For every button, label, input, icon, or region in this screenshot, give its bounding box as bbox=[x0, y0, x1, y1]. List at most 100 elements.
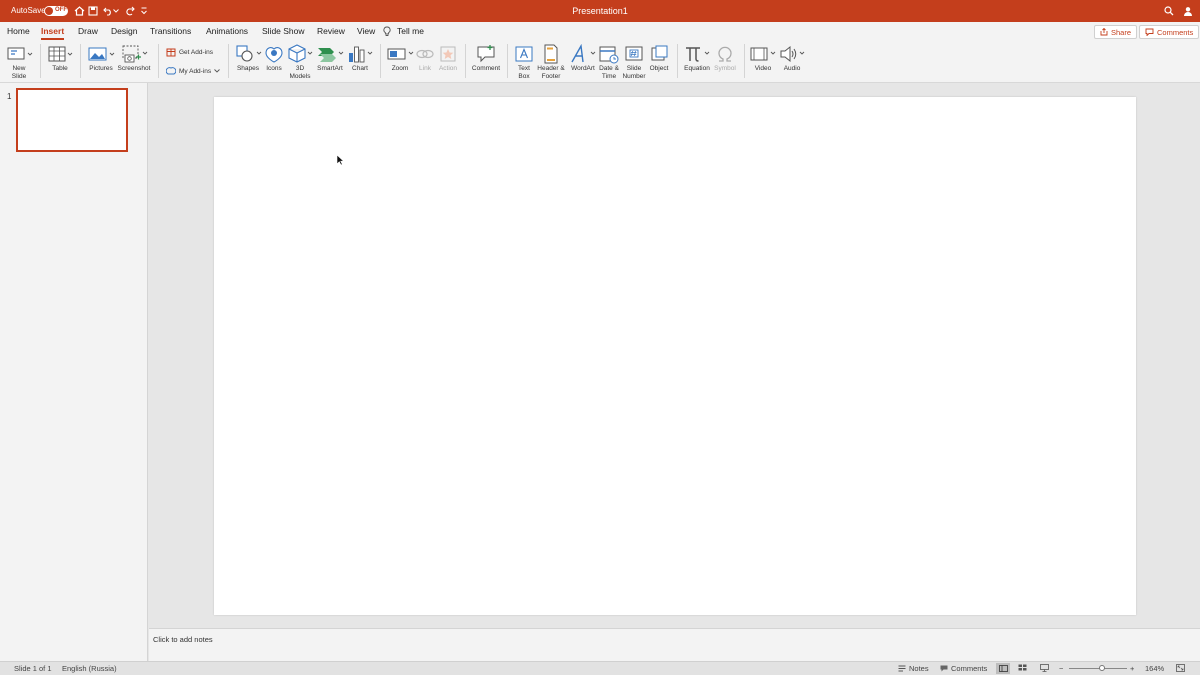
title-bar: AutoSave OFF Presentation1 bbox=[0, 0, 1200, 22]
undo-dropdown-chevron-icon[interactable] bbox=[112, 4, 120, 18]
home-icon[interactable] bbox=[72, 4, 86, 18]
customize-toolbar-icon[interactable] bbox=[139, 4, 149, 18]
ribbon-divider bbox=[677, 44, 678, 78]
link-button[interactable]: Link bbox=[415, 43, 435, 73]
my-addins-button[interactable]: My Add-ins bbox=[166, 66, 220, 76]
text-box-label-1: Text bbox=[518, 65, 530, 72]
language-indicator[interactable]: English (Russia) bbox=[62, 664, 117, 673]
smartart-button[interactable]: SmartArt bbox=[314, 43, 346, 73]
slide-number-label-2: Number bbox=[622, 72, 646, 80]
ribbon-divider bbox=[80, 44, 81, 78]
search-icon[interactable] bbox=[1162, 4, 1176, 18]
document-title: Presentation1 bbox=[572, 6, 628, 16]
table-icon bbox=[48, 46, 73, 62]
tab-tell-me[interactable]: Tell me bbox=[397, 26, 424, 36]
link-icon bbox=[416, 49, 434, 59]
slide-number-label-1: Slide bbox=[626, 65, 642, 72]
date-time-button[interactable]: Date & Time bbox=[597, 43, 621, 80]
icons-button[interactable]: Icons bbox=[263, 43, 285, 73]
zoom-in-button[interactable]: + bbox=[1130, 664, 1134, 673]
grid-view-icon bbox=[1018, 664, 1027, 671]
account-icon[interactable] bbox=[1181, 4, 1195, 18]
object-button[interactable]: Object bbox=[647, 43, 671, 73]
icons-label: Icons bbox=[266, 65, 282, 72]
chart-label: Chart bbox=[352, 65, 368, 72]
redo-icon[interactable] bbox=[123, 4, 137, 18]
table-label: Table bbox=[52, 65, 68, 72]
ribbon-divider bbox=[507, 44, 508, 78]
fit-to-window-button[interactable] bbox=[1176, 664, 1185, 672]
slide-thumbnail-number: 1 bbox=[7, 92, 12, 101]
zoom-out-button[interactable]: − bbox=[1059, 664, 1063, 673]
tab-transitions[interactable]: Transitions bbox=[150, 26, 191, 36]
zoom-slider-handle[interactable] bbox=[1099, 665, 1105, 671]
tab-view[interactable]: View bbox=[357, 26, 375, 36]
zoom-icon bbox=[387, 48, 414, 60]
mouse-cursor-icon bbox=[336, 154, 344, 166]
audio-button[interactable]: Audio bbox=[778, 43, 806, 73]
screenshot-label: Screenshot bbox=[117, 65, 151, 72]
shapes-button[interactable]: Shapes bbox=[233, 43, 263, 73]
insert-ribbon: New Slide Table Pictures Screenshot Get … bbox=[0, 40, 1200, 83]
comment-button[interactable]: Comment bbox=[470, 43, 502, 73]
wordart-button[interactable]: WordArt bbox=[567, 43, 599, 73]
slide-sorter-button[interactable] bbox=[1018, 664, 1027, 671]
toggle-knob bbox=[45, 7, 53, 15]
action-button[interactable]: Action bbox=[436, 43, 460, 73]
3d-models-label-2: Models bbox=[289, 72, 311, 80]
3d-models-button[interactable]: 3D Models bbox=[286, 43, 314, 80]
autosave-toggle[interactable]: OFF bbox=[44, 6, 68, 16]
lightbulb-icon bbox=[382, 25, 392, 37]
slide-thumbnail[interactable] bbox=[16, 88, 128, 152]
chart-button[interactable]: Chart bbox=[346, 43, 374, 73]
comments-label: Comments bbox=[1157, 27, 1194, 37]
save-icon[interactable] bbox=[86, 4, 100, 18]
symbol-button[interactable]: Symbol bbox=[712, 43, 738, 73]
header-footer-button[interactable]: Header & Footer bbox=[536, 43, 566, 80]
autosave-label: AutoSave bbox=[11, 6, 46, 15]
get-addins-label: Get Add-ins bbox=[179, 48, 213, 56]
text-box-label-2: Box bbox=[518, 72, 530, 80]
object-label: Object bbox=[649, 65, 669, 72]
table-button[interactable]: Table bbox=[46, 43, 74, 73]
slide-number-button[interactable]: Slide Number bbox=[621, 43, 647, 80]
zoom-button[interactable]: Zoom bbox=[385, 43, 415, 73]
equation-button[interactable]: Equation bbox=[682, 43, 712, 73]
ribbon-tabs: Home Insert Draw Design Transitions Anim… bbox=[0, 22, 1200, 40]
comments-button[interactable]: Comments bbox=[1139, 25, 1200, 39]
ribbon-divider bbox=[158, 44, 159, 78]
notes-pane[interactable]: Click to add notes bbox=[149, 628, 1200, 661]
new-slide-button[interactable]: New Slide bbox=[4, 43, 34, 80]
audio-label: Audio bbox=[783, 65, 801, 72]
tab-review[interactable]: Review bbox=[317, 26, 345, 36]
slide-canvas[interactable] bbox=[214, 97, 1136, 615]
zoom-slider-track[interactable] bbox=[1069, 668, 1127, 669]
tab-insert[interactable]: Insert bbox=[41, 26, 65, 40]
comments-toggle-button[interactable]: Comments bbox=[940, 664, 987, 673]
notes-icon bbox=[898, 665, 906, 672]
3d-models-label-1: 3D bbox=[295, 65, 305, 72]
tab-design[interactable]: Design bbox=[111, 26, 137, 36]
new-slide-label-2: Slide bbox=[11, 72, 27, 80]
notes-toggle-button[interactable]: Notes bbox=[898, 664, 929, 673]
video-button[interactable]: Video bbox=[749, 43, 777, 73]
reading-view-button[interactable] bbox=[1040, 664, 1049, 672]
pictures-button[interactable]: Pictures bbox=[86, 43, 116, 73]
tab-home[interactable]: Home bbox=[7, 26, 30, 36]
autosave-state: OFF bbox=[55, 7, 67, 13]
tab-animations[interactable]: Animations bbox=[206, 26, 248, 36]
share-button[interactable]: Share bbox=[1094, 25, 1138, 39]
get-addins-button[interactable]: Get Add-ins bbox=[166, 47, 213, 57]
addins-icon bbox=[166, 67, 176, 75]
screenshot-button[interactable]: Screenshot bbox=[116, 43, 152, 73]
share-icon bbox=[1100, 28, 1108, 36]
tab-draw[interactable]: Draw bbox=[78, 26, 98, 36]
zoom-level[interactable]: 164% bbox=[1145, 664, 1164, 673]
icons-gallery-icon bbox=[265, 47, 283, 63]
fit-window-icon bbox=[1176, 664, 1185, 672]
shapes-label: Shapes bbox=[236, 65, 260, 72]
normal-view-button[interactable] bbox=[996, 663, 1010, 674]
tab-slide-show[interactable]: Slide Show bbox=[262, 26, 305, 36]
ribbon-divider bbox=[40, 44, 41, 78]
text-box-button[interactable]: Text Box bbox=[512, 43, 536, 80]
